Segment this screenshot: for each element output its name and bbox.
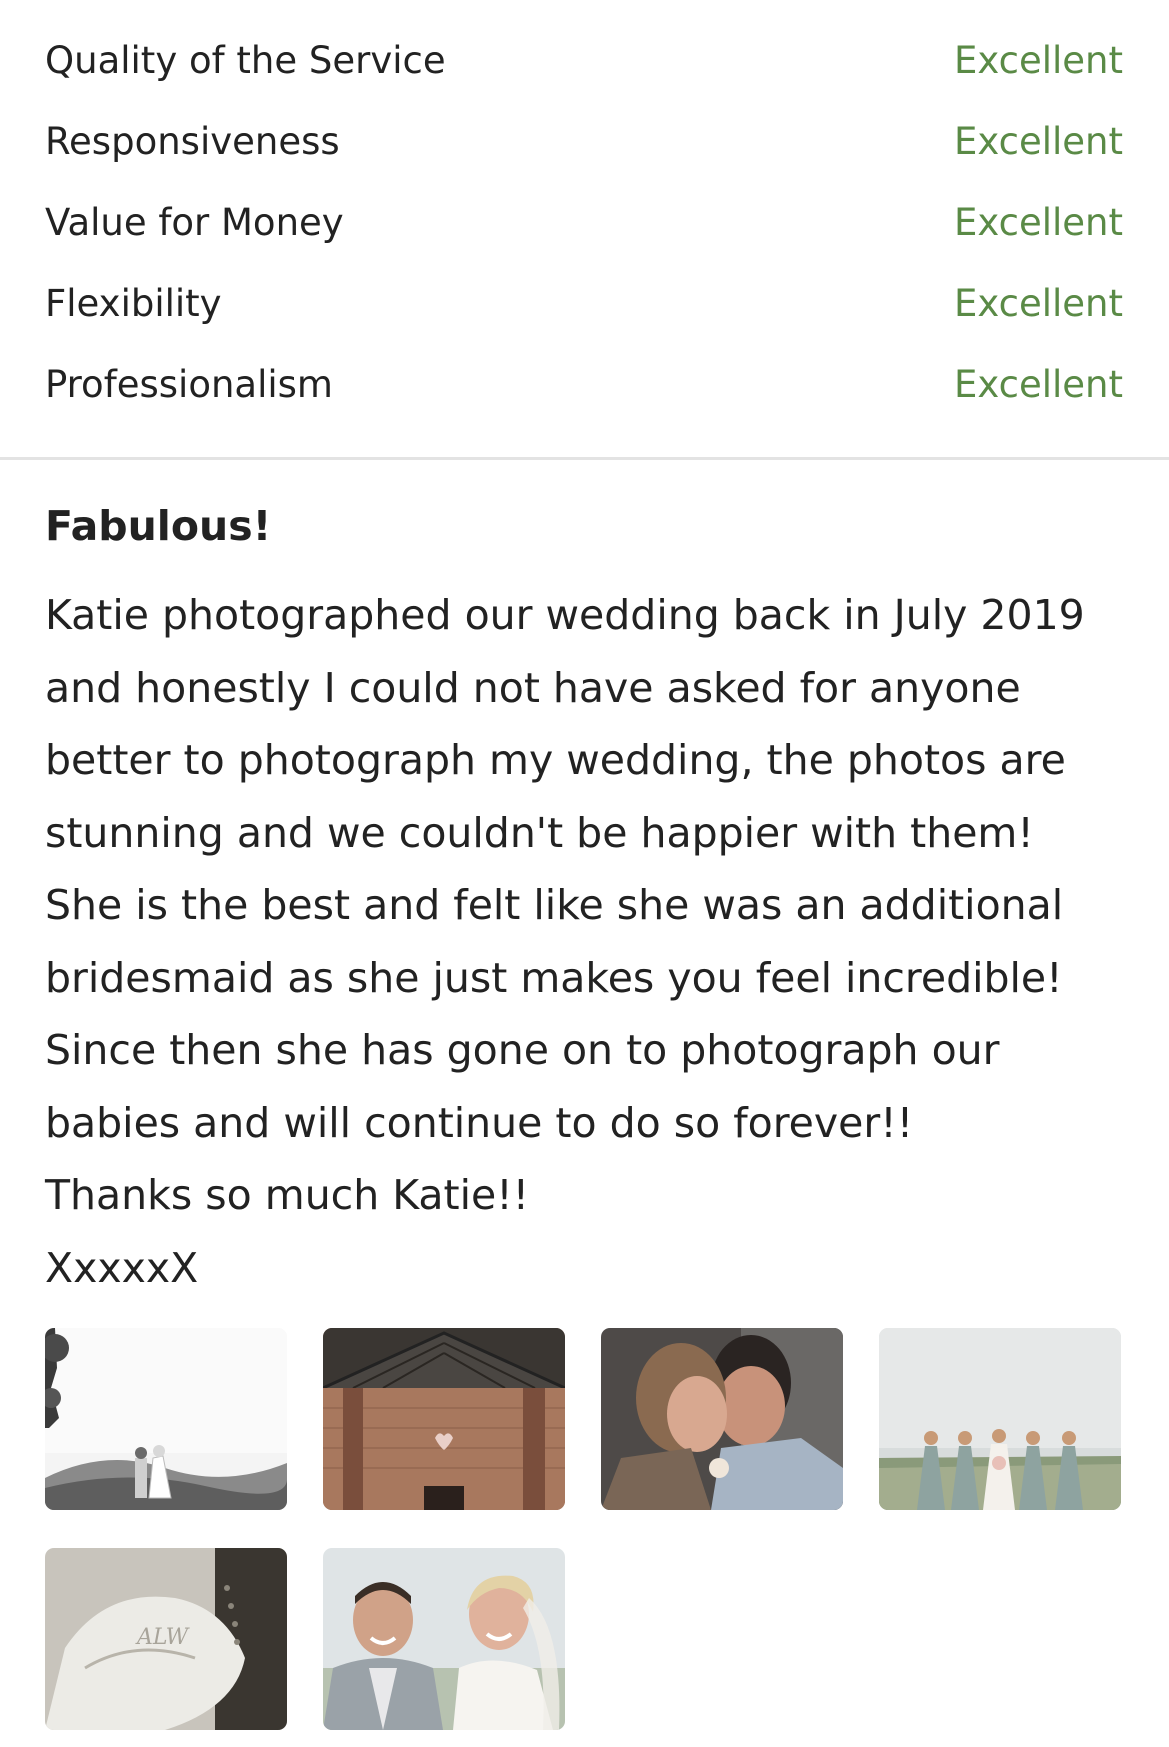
rating-value: Excellent — [953, 39, 1123, 82]
review-body: Katie photographed our wedding back in J… — [45, 579, 1165, 1304]
review-text-line: She is the best and felt like she was an… — [45, 881, 1064, 929]
review-title: Fabulous! — [45, 502, 272, 550]
photo-bridesmaids-group-icon — [879, 1328, 1121, 1510]
photo-thumbnail-kiss[interactable] — [601, 1328, 843, 1510]
review-text-line: Thanks so much Katie!! — [45, 1171, 530, 1219]
rating-value: Excellent — [953, 282, 1123, 325]
rating-label: Quality of the Service — [45, 39, 446, 82]
rating-label: Value for Money — [45, 201, 344, 244]
review-text-line: Since then she has gone on to photograph… — [45, 1026, 1000, 1074]
ratings-list: Quality of the Service Excellent Respons… — [45, 20, 1123, 425]
rating-row-responsiveness: Responsiveness Excellent — [45, 101, 1123, 182]
photo-thumbnail-couple-landscape[interactable] — [45, 1328, 287, 1510]
svg-text:ALW: ALW — [135, 1625, 191, 1650]
review-text-line: bridesmaid as she just makes you feel in… — [45, 953, 1063, 1002]
rating-value: Excellent — [953, 201, 1123, 244]
photo-wedding-shoe-icon: ALW — [45, 1548, 287, 1730]
photo-thumbnail-couple-smiling[interactable] — [323, 1548, 565, 1730]
photo-barn-interior-icon — [323, 1328, 565, 1510]
photo-thumbnail-shoe[interactable]: ALW — [45, 1548, 287, 1730]
photo-couple-kiss-icon — [601, 1328, 843, 1510]
review-text-line: better to photograph my wedding, the pho… — [45, 736, 1066, 784]
rating-row-value-for-money: Value for Money Excellent — [45, 182, 1123, 263]
review-text-line: stunning and we couldn't be happier with… — [45, 808, 1034, 857]
photo-couple-smiling-icon — [323, 1548, 565, 1730]
photo-thumbnail-barn[interactable] — [323, 1328, 565, 1510]
review-text-line: babies and will continue to do so foreve… — [45, 1098, 914, 1147]
review-text-line: and honestly I could not have asked for … — [45, 663, 1021, 712]
review-photo-gallery: ALW — [45, 1328, 1123, 1732]
rating-row-flexibility: Flexibility Excellent — [45, 263, 1123, 344]
rating-value: Excellent — [953, 363, 1123, 406]
review-text-line: XxxxxX — [45, 1243, 199, 1292]
section-divider — [0, 457, 1169, 460]
rating-label: Flexibility — [45, 282, 222, 325]
photo-thumbnail-bridesmaids[interactable] — [879, 1328, 1121, 1510]
rating-row-professionalism: Professionalism Excellent — [45, 344, 1123, 425]
rating-value: Excellent — [953, 120, 1123, 163]
rating-label: Professionalism — [45, 363, 333, 406]
rating-label: Responsiveness — [45, 120, 340, 163]
photo-couple-landscape-bw-icon — [45, 1328, 287, 1510]
rating-row-quality: Quality of the Service Excellent — [45, 20, 1123, 101]
review-text-line: Katie photographed our wedding back in J… — [45, 591, 1085, 639]
